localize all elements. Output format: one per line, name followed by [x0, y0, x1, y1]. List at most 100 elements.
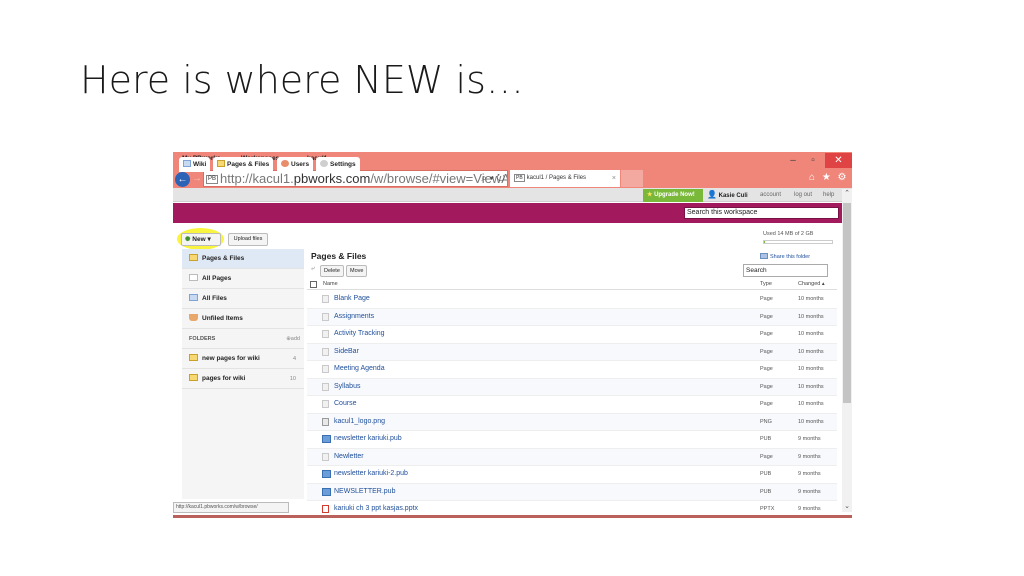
- upgrade-label: Upgrade Now!: [654, 192, 695, 198]
- new-icon: ✺: [185, 236, 191, 243]
- address-bar[interactable]: PB http://kacul1.pbworks.com/w/browse/#vi…: [203, 170, 508, 187]
- tab-settings[interactable]: Settings: [316, 157, 360, 172]
- logout-link[interactable]: log out: [794, 188, 812, 202]
- file-changed: 10 months: [798, 383, 824, 390]
- files-panel: Pages & Files Share this folder ⤶ Delete…: [307, 249, 842, 515]
- new-tab-button[interactable]: [621, 170, 643, 187]
- table-row[interactable]: newsletter kariuki.pub PUB 9 months: [307, 431, 837, 449]
- add-folder-link[interactable]: ⊕add: [286, 329, 300, 349]
- upload-files-button[interactable]: Upload files: [228, 233, 268, 246]
- file-type: Page: [760, 331, 773, 337]
- table-row[interactable]: kacul1_logo.png PNG 10 months: [307, 413, 837, 431]
- files-search-input[interactable]: Search: [743, 264, 828, 277]
- scroll-thumb[interactable]: [843, 203, 851, 403]
- table-row[interactable]: NEWSLETTER.pub PUB 9 months: [307, 483, 837, 501]
- page-file-icon: [322, 400, 329, 408]
- share-icon: [760, 253, 768, 259]
- folder-item[interactable]: pages for wiki 10: [182, 369, 304, 389]
- file-name-link[interactable]: kacul1_logo.png: [334, 418, 385, 425]
- inbox-icon: [189, 314, 198, 321]
- table-row[interactable]: Meeting Agenda Page 10 months: [307, 361, 837, 379]
- file-name-link[interactable]: NEWSLETTER.pub: [334, 488, 395, 495]
- pbworks-favicon-icon: PB: [206, 175, 219, 185]
- file-name-link[interactable]: newsletter kariuki-2.pub: [334, 470, 408, 477]
- storage-usage-fill: [764, 241, 765, 243]
- account-link[interactable]: account: [760, 188, 781, 202]
- workspace-search-input[interactable]: Search this workspace: [684, 207, 839, 219]
- browser-tab[interactable]: PB kacul1 / Pages & Files ×: [510, 170, 620, 187]
- table-row[interactable]: Syllabus Page 10 months: [307, 378, 837, 396]
- sidebar-item-pages-files[interactable]: Pages & Files: [182, 249, 304, 269]
- page-file-icon: [322, 330, 329, 338]
- user-menu[interactable]: 👤 Kasie Culi: [707, 188, 748, 202]
- scroll-up-icon[interactable]: ⌃: [842, 189, 852, 198]
- table-header: Name Type Changed ▴: [307, 280, 837, 290]
- page-file-icon: [322, 365, 329, 373]
- file-icon: [189, 294, 198, 301]
- table-row[interactable]: Assignments Page 10 months: [307, 308, 837, 326]
- folders-header: FOLDERS ⊕add: [182, 329, 304, 349]
- share-folder-link[interactable]: Share this folder: [760, 253, 810, 260]
- file-changed: 9 months: [798, 506, 821, 512]
- new-button[interactable]: ✺ New ▾: [181, 233, 221, 246]
- table-row[interactable]: kariuki ch 3 ppt kasjas.pptx PPTX 9 months: [307, 501, 837, 515]
- tab-close-icon[interactable]: ×: [612, 170, 616, 187]
- sidebar-item-unfiled[interactable]: Unfiled Items: [182, 309, 304, 329]
- table-row[interactable]: Activity Tracking Page 10 months: [307, 326, 837, 344]
- file-changed: 9 months: [798, 471, 821, 477]
- pbworks-topbar: [173, 188, 852, 202]
- tab-favicon-icon: PB: [514, 174, 525, 182]
- page-file-icon: [322, 347, 329, 356]
- url-prefix: http://kacul1.: [220, 171, 294, 186]
- file-name-link[interactable]: SideBar: [334, 348, 359, 355]
- column-type[interactable]: Type: [760, 281, 772, 287]
- wiki-icon: [183, 160, 191, 167]
- file-name-link[interactable]: kariuki ch 3 ppt kasjas.pptx: [334, 505, 418, 512]
- file-name-link[interactable]: Syllabus: [334, 383, 360, 390]
- browser-screenshot: – ▫ ✕ ← → PB http://kacul1.pbworks.com/w/…: [173, 152, 852, 518]
- file-name-link[interactable]: Newletter: [334, 453, 364, 460]
- scrollbar[interactable]: ⌃ ⌄: [842, 189, 852, 512]
- table-row[interactable]: newsletter kariuki-2.pub PUB 9 months: [307, 466, 837, 484]
- delete-button[interactable]: Delete: [320, 265, 344, 277]
- file-name-link[interactable]: Course: [334, 400, 357, 407]
- file-name-link[interactable]: Activity Tracking: [334, 330, 385, 337]
- tab-users[interactable]: Users: [277, 157, 314, 172]
- back-arrow-icon[interactable]: ←: [175, 172, 190, 187]
- close-window-button[interactable]: ✕: [825, 153, 852, 168]
- column-changed[interactable]: Changed ▴: [798, 281, 825, 287]
- tab-wiki[interactable]: Wiki: [179, 157, 211, 172]
- sidebar-item-all-pages[interactable]: All Pages: [182, 269, 304, 289]
- upgrade-now-button[interactable]: ★ Upgrade Now!: [643, 189, 703, 202]
- file-type: PUB: [760, 488, 772, 495]
- scroll-down-icon[interactable]: ⌄: [842, 502, 852, 511]
- file-name-link[interactable]: Assignments: [334, 313, 374, 320]
- file-type: Page: [760, 313, 773, 320]
- file-name-link[interactable]: Blank Page: [334, 295, 370, 302]
- maximize-button[interactable]: ▫: [805, 153, 821, 168]
- table-row[interactable]: SideBar Page 10 months: [307, 343, 837, 361]
- table-row[interactable]: Newletter Page 9 months: [307, 448, 837, 466]
- file-name-link[interactable]: Meeting Agenda: [334, 365, 385, 372]
- sidebar-item-all-files[interactable]: All Files: [182, 289, 304, 309]
- file-type: PPTX: [760, 506, 775, 512]
- page-icon: [189, 274, 198, 281]
- address-controls-icon[interactable]: ⌕ ▾ ↻: [481, 171, 505, 186]
- file-list: Blank Page Page 10 months Assignments Page 10…: [307, 291, 837, 515]
- table-row[interactable]: Course Page 10 months: [307, 396, 837, 414]
- forward-arrow-icon[interactable]: →: [192, 173, 202, 184]
- file-name-link[interactable]: newsletter kariuki.pub: [334, 435, 402, 442]
- file-changed: 10 months: [798, 418, 824, 425]
- move-button[interactable]: Move: [346, 265, 368, 277]
- table-row[interactable]: Blank Page Page 10 months: [307, 291, 837, 309]
- users-icon: [281, 160, 289, 167]
- page-file-icon: [322, 312, 329, 321]
- home-star-gear-icon[interactable]: ⌂ ★ ⚙: [809, 172, 849, 183]
- column-name[interactable]: Name: [323, 281, 338, 287]
- help-link[interactable]: help: [823, 188, 834, 202]
- select-all-checkbox[interactable]: [310, 281, 317, 288]
- select-arrow-icon: ⤶: [311, 265, 315, 272]
- tab-pages-files[interactable]: Pages & Files: [213, 157, 274, 172]
- minimize-button[interactable]: –: [785, 153, 801, 168]
- folder-item[interactable]: new pages for wiki 4: [182, 349, 304, 369]
